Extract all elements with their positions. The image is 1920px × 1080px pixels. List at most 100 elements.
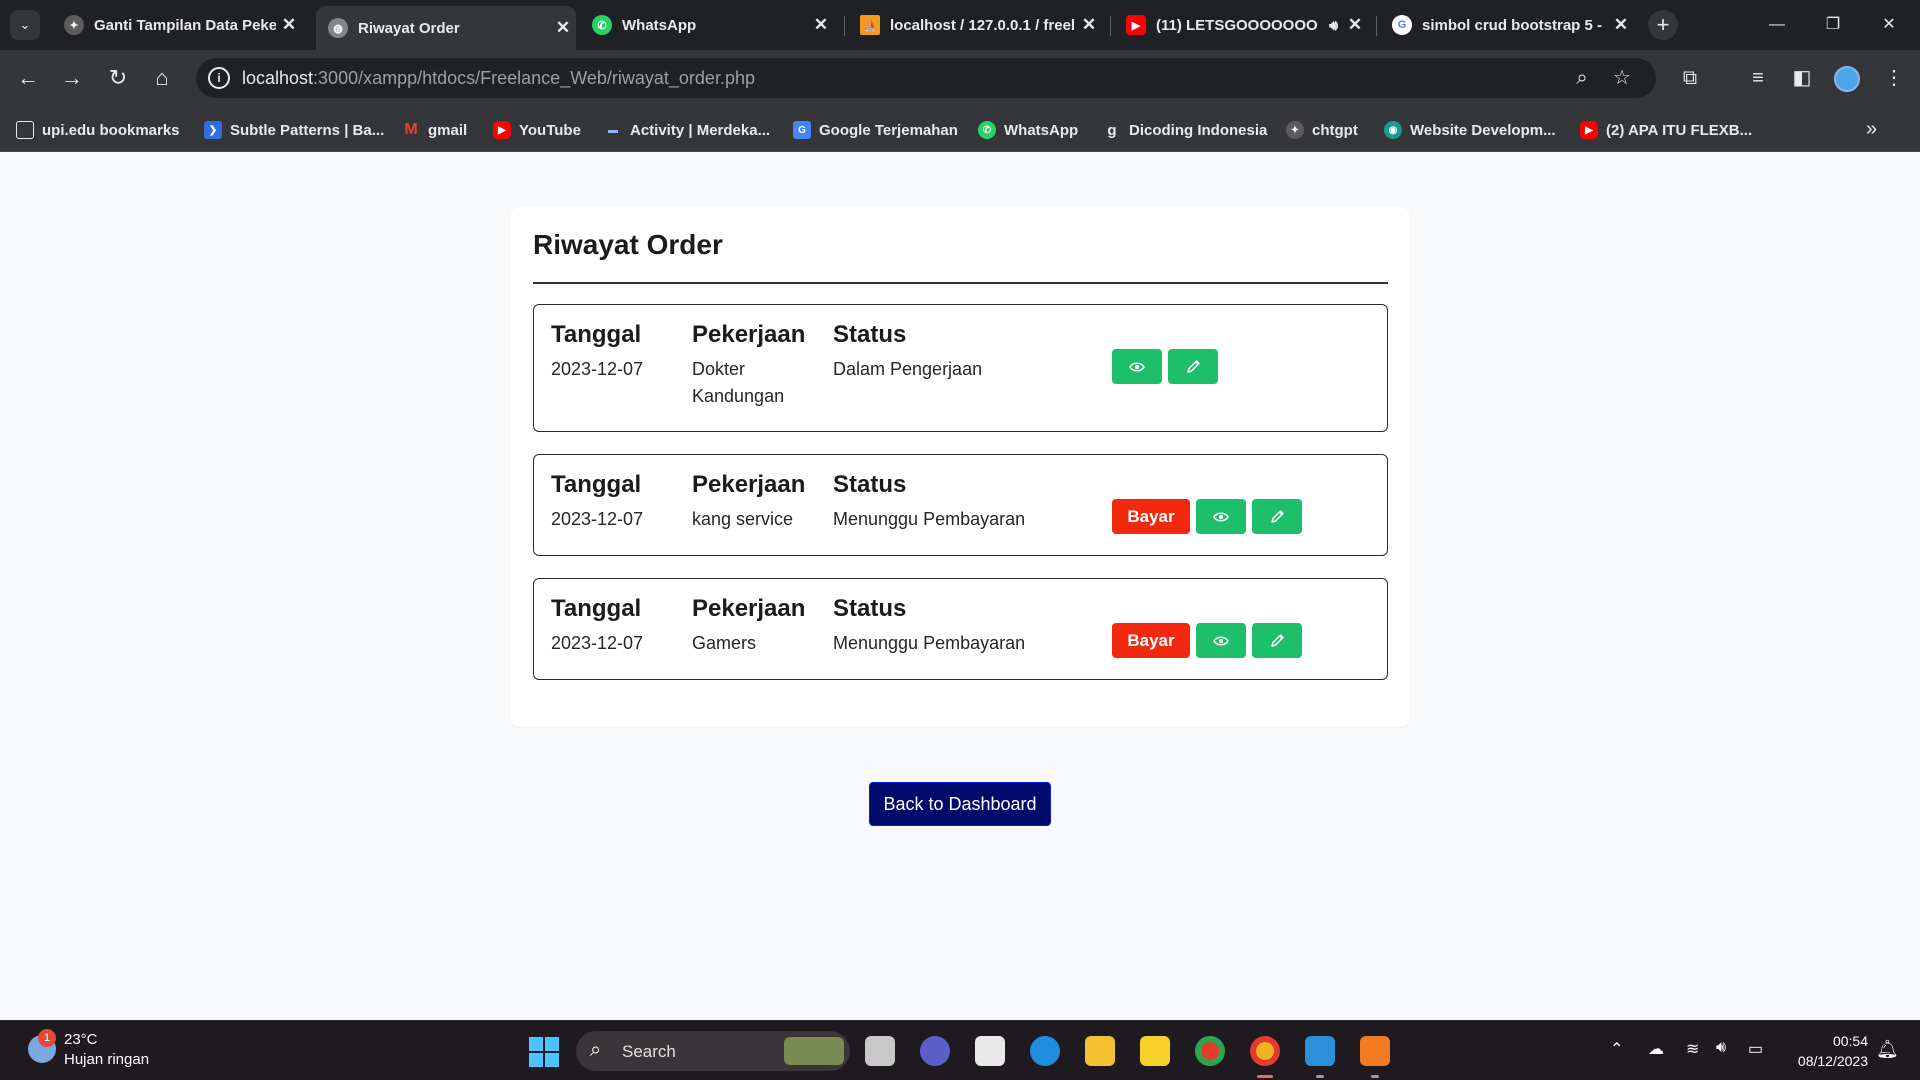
phpmyadmin-icon: ⛵ bbox=[860, 15, 880, 35]
chatgpt-icon: ✦ bbox=[1286, 121, 1304, 139]
search-icon: ⌕ bbox=[590, 1039, 602, 1061]
order-history-card: Riwayat Order Tanggal 2023-12-07 Pekerja… bbox=[510, 207, 1410, 727]
teams-chat-icon[interactable] bbox=[920, 1036, 950, 1066]
order-item: Tanggal 2023-12-07 Pekerjaan Dokter Kand… bbox=[533, 304, 1388, 432]
close-icon[interactable]: ✕ bbox=[1608, 15, 1634, 35]
order-job: Gamers bbox=[692, 633, 757, 653]
running-app-indicator bbox=[1316, 1075, 1324, 1078]
address-bar[interactable]: i localhost:3000/xampp/htdocs/Freelance_… bbox=[196, 58, 1656, 98]
menu-kebab-icon[interactable]: ⋮ bbox=[1880, 64, 1908, 92]
bookmarks-overflow-icon[interactable]: » bbox=[1866, 118, 1877, 141]
bookmark-website-development[interactable]: ◉ Website Developm... bbox=[1384, 119, 1556, 141]
close-window-icon[interactable]: ✕ bbox=[1866, 10, 1912, 40]
battery-icon[interactable]: ▭ bbox=[1748, 1039, 1763, 1059]
close-icon[interactable]: ✕ bbox=[550, 18, 576, 38]
weather-temperature[interactable]: 23°C bbox=[64, 1031, 98, 1048]
order-date: 2023-12-07 bbox=[551, 509, 644, 529]
wifi-icon[interactable]: ≋ bbox=[1686, 1039, 1699, 1059]
search-highlight-image bbox=[784, 1037, 844, 1065]
order-status: Menunggu Pembayaran bbox=[833, 633, 1026, 653]
bookmark-subtle-patterns[interactable]: ❯ Subtle Patterns | Ba... bbox=[204, 119, 384, 141]
site-info-icon[interactable]: i bbox=[208, 67, 230, 89]
bookmark-star-icon[interactable]: ☆ bbox=[1610, 66, 1634, 90]
forward-arrow-icon[interactable]: → bbox=[56, 62, 88, 94]
order-status-column: Status Menunggu Pembayaran bbox=[833, 595, 1103, 657]
chrome-active-icon[interactable] bbox=[1250, 1036, 1280, 1066]
vscode-icon[interactable] bbox=[1305, 1036, 1335, 1066]
tab-riwayat-order[interactable]: ◍ Riwayat Order ✕ bbox=[316, 6, 576, 50]
tab-youtube-letsgo[interactable]: ▶ (11) LETSGOOOOOOO 🔊︎ ✕ bbox=[1114, 8, 1368, 42]
tab-google-search[interactable]: G simbol crud bootstrap 5 - ✕ bbox=[1380, 8, 1634, 42]
edit-button[interactable] bbox=[1168, 349, 1218, 384]
tab-ganti-tampilan[interactable]: ✦ Ganti Tampilan Data Peker ✕ bbox=[52, 8, 302, 42]
google-icon: G bbox=[1392, 15, 1412, 35]
eye-icon bbox=[1213, 511, 1229, 522]
job-header: Pekerjaan bbox=[692, 471, 806, 498]
zoom-icon[interactable]: ⌕ bbox=[1570, 66, 1594, 90]
minimize-icon[interactable]: — bbox=[1754, 10, 1800, 40]
order-date-column: Tanggal 2023-12-07 bbox=[551, 471, 681, 533]
edit-button[interactable] bbox=[1252, 499, 1302, 534]
close-icon[interactable]: ✕ bbox=[1342, 15, 1368, 35]
side-panel-icon[interactable]: ◧ bbox=[1788, 64, 1816, 92]
windows-start-icon[interactable] bbox=[529, 1037, 559, 1067]
sticky-notes-icon[interactable] bbox=[1140, 1036, 1170, 1066]
url-text[interactable]: localhost:3000/xampp/htdocs/Freelance_We… bbox=[242, 68, 755, 89]
tab-phpmyadmin[interactable]: ⛵ localhost / 127.0.0.1 / freel ✕ bbox=[848, 8, 1102, 42]
job-header: Pekerjaan bbox=[692, 321, 806, 348]
notification-bell-icon[interactable]: 🔔︎ bbox=[1876, 1039, 1899, 1060]
speaker-icon[interactable]: 🔊︎ bbox=[1329, 17, 1338, 34]
bookmark-chtgpt[interactable]: ✦ chtgpt bbox=[1286, 119, 1358, 141]
extensions-icon[interactable]: ⧉ bbox=[1676, 64, 1704, 92]
view-button[interactable] bbox=[1112, 349, 1162, 384]
close-icon[interactable]: ✕ bbox=[1076, 15, 1102, 35]
eye-icon bbox=[1213, 635, 1229, 646]
xampp-icon[interactable] bbox=[1360, 1036, 1390, 1066]
running-app-indicator bbox=[1371, 1075, 1379, 1078]
restore-icon[interactable]: ❐ bbox=[1810, 10, 1856, 40]
onedrive-icon[interactable]: ☁ bbox=[1648, 1039, 1664, 1059]
chatgpt-icon: ✦ bbox=[64, 15, 84, 35]
profile-avatar[interactable] bbox=[1834, 66, 1860, 92]
order-status: Dalam Pengerjaan bbox=[833, 359, 983, 379]
media-controls-icon[interactable]: ≡ bbox=[1744, 64, 1772, 92]
file-explorer-icon[interactable] bbox=[1085, 1036, 1115, 1066]
tab-search-button[interactable]: ⌄ bbox=[10, 10, 40, 40]
bookmark-merdeka[interactable]: ▬ Activity | Merdeka... bbox=[604, 119, 770, 141]
tab-separator bbox=[844, 16, 845, 36]
pay-button[interactable]: Bayar bbox=[1112, 499, 1190, 534]
view-button[interactable] bbox=[1196, 623, 1246, 658]
close-icon[interactable]: ✕ bbox=[276, 15, 302, 35]
edge-icon[interactable] bbox=[1030, 1036, 1060, 1066]
page-title: Riwayat Order bbox=[533, 229, 723, 260]
bookmark-youtube[interactable]: ▶ YouTube bbox=[493, 119, 581, 141]
task-view-icon[interactable] bbox=[865, 1036, 895, 1066]
edit-button[interactable] bbox=[1252, 623, 1302, 658]
bookmark-whatsapp[interactable]: ✆ WhatsApp bbox=[978, 119, 1078, 141]
bookmark-google-translate[interactable]: G Google Terjemahan bbox=[793, 119, 958, 141]
date-header: Tanggal bbox=[551, 595, 642, 622]
back-to-dashboard-button[interactable]: Back to Dashboard bbox=[869, 782, 1051, 826]
home-icon[interactable]: ⌂ bbox=[146, 62, 178, 94]
youtube-icon: ▶ bbox=[493, 121, 511, 139]
back-arrow-icon[interactable]: ← bbox=[12, 62, 44, 94]
bookmark-dicoding[interactable]: g Dicoding Indonesia bbox=[1103, 119, 1267, 141]
bookmark-gmail[interactable]: M gmail bbox=[402, 119, 467, 141]
chevron-up-icon[interactable]: ⌃ bbox=[1610, 1039, 1623, 1059]
tab-whatsapp[interactable]: ✆ WhatsApp ✕ bbox=[580, 8, 834, 42]
microsoft-store-icon[interactable] bbox=[975, 1036, 1005, 1066]
weather-description[interactable]: Hujan ringan bbox=[64, 1051, 149, 1068]
close-icon[interactable]: ✕ bbox=[808, 15, 834, 35]
chrome-icon[interactable] bbox=[1195, 1036, 1225, 1066]
pay-button[interactable]: Bayar bbox=[1112, 623, 1190, 658]
bookmark-upi-edu[interactable]: upi.edu bookmarks bbox=[16, 119, 180, 141]
volume-icon[interactable]: 🔊︎ bbox=[1716, 1039, 1726, 1057]
whatsapp-icon: ✆ bbox=[592, 15, 612, 35]
taskbar-clock[interactable]: 00:54 08/12/2023 bbox=[1788, 1031, 1868, 1071]
bookmark-flexbox-video[interactable]: ▶ (2) APA ITU FLEXB... bbox=[1580, 119, 1752, 141]
new-tab-button[interactable]: + bbox=[1648, 10, 1678, 40]
reload-icon[interactable]: ↻ bbox=[102, 62, 134, 94]
taskbar-search[interactable]: ⌕ Search bbox=[576, 1031, 850, 1071]
view-button[interactable] bbox=[1196, 499, 1246, 534]
youtube-icon: ▶ bbox=[1126, 15, 1146, 35]
